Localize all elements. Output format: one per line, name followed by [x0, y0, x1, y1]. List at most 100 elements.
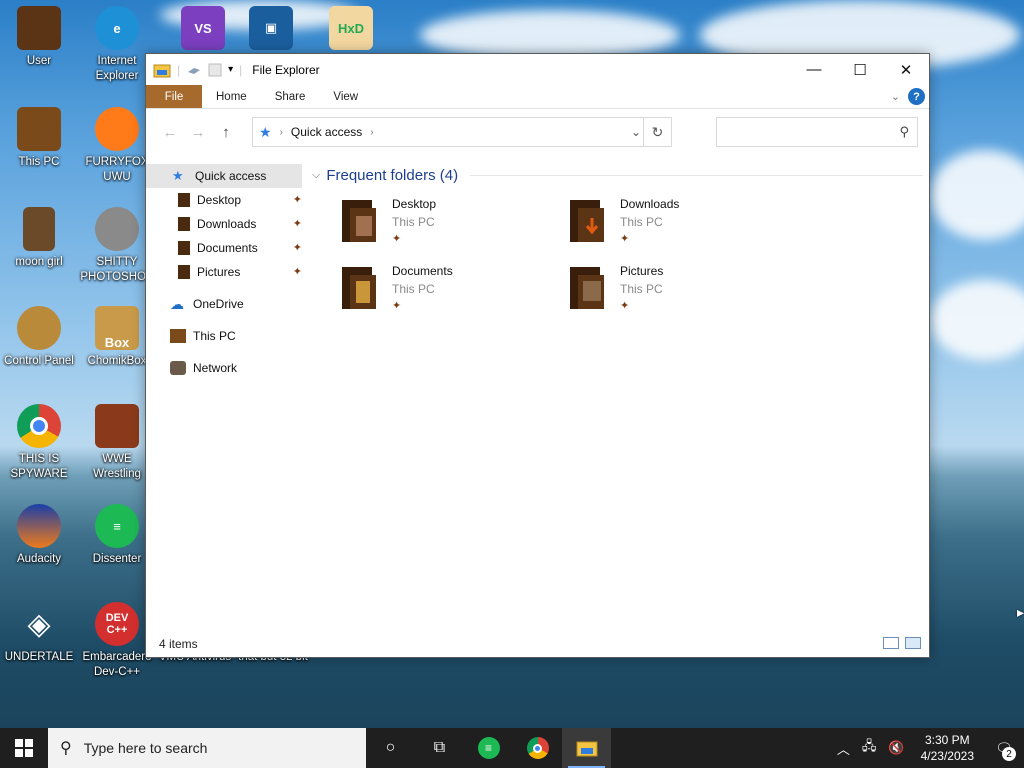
hamster-icon: Box [95, 306, 139, 350]
book-icon [23, 207, 55, 251]
folder-tile-desktop[interactable]: Desktop This PC ✦ [310, 194, 530, 254]
desktop-icon-user[interactable]: User [0, 2, 78, 69]
folder-name: Pictures [620, 264, 664, 278]
star-icon: ★ [259, 123, 272, 140]
taskbar-search-box[interactable]: ⚲ Type here to search [48, 728, 366, 768]
nav-item-label: Documents [197, 241, 258, 255]
address-bar[interactable]: ★ › Quick access › ⌄ ↻ [252, 117, 672, 147]
folder-icon [178, 217, 190, 231]
chevron-down-icon[interactable]: ⌄ [631, 125, 641, 139]
task-view-button[interactable]: ⧉ [415, 728, 464, 768]
nav-item-this-pc[interactable]: This PC [146, 324, 302, 348]
desktop-icon-this-pc[interactable]: This PC [0, 103, 78, 170]
nav-item-quick-access[interactable]: ★ Quick access [146, 164, 302, 188]
folder-icon [178, 193, 190, 207]
separator: | [239, 62, 243, 77]
desktop-icon-audacity[interactable]: Audacity [0, 500, 78, 567]
customize-toolbar-chevron-icon[interactable]: ▾ [228, 64, 233, 75]
desktop-icon-moon-girl[interactable]: moon girl [0, 203, 78, 270]
desktop-icon-virtualbox[interactable]: ▣ [232, 2, 310, 54]
search-box[interactable]: ⚲ [716, 117, 918, 147]
desktop-icon-label: THIS IS SPYWARE [10, 453, 68, 480]
network-icon [170, 361, 186, 375]
expand-ribbon-chevron-icon[interactable]: ⌄ [891, 90, 900, 103]
large-icons-view-icon[interactable] [905, 637, 921, 649]
nav-item-downloads[interactable]: Downloads ✦ [146, 212, 302, 236]
nav-item-label: Quick access [195, 169, 267, 183]
folder-tile-downloads[interactable]: Downloads This PC ✦ [538, 194, 758, 254]
unity-icon: ◈ [27, 607, 51, 641]
desktop-icon-label: Audacity [16, 553, 62, 565]
file-explorer-icon [576, 741, 597, 757]
star-icon: ★ [172, 168, 184, 183]
windows-logo-icon [15, 739, 33, 757]
new-folder-icon[interactable] [208, 63, 222, 77]
network-status-icon[interactable]: 🖧 [856, 737, 883, 759]
chevron-right-icon[interactable]: › [280, 127, 283, 138]
taskbar-file-explorer[interactable] [562, 728, 611, 768]
pictures-folder-icon [570, 267, 604, 309]
firefox-icon [95, 107, 139, 151]
edge-icon: e [95, 6, 139, 50]
desktop-icon-visual-studio[interactable]: VS [164, 2, 242, 54]
desktop-icon-hxd[interactable]: HxD [312, 2, 390, 54]
desktop-icon-control-panel[interactable]: Control Panel [0, 302, 78, 369]
minimize-button[interactable]: — [791, 54, 837, 85]
file-explorer-window: | ▾ | File Explorer — ☐ ✕ File Home Shar… [145, 53, 930, 658]
properties-icon[interactable] [186, 64, 202, 76]
desktop-icon-undertale[interactable]: ◈ UNDERTALE [0, 598, 78, 665]
search-icon[interactable]: ⚲ [899, 124, 909, 140]
pin-icon: ✦ [620, 300, 630, 312]
group-header[interactable]: ⌵ Frequent folders (4) [310, 164, 929, 186]
up-arrow-icon[interactable]: ↑ [212, 124, 240, 141]
nav-item-documents[interactable]: Documents ✦ [146, 236, 302, 260]
volume-muted-icon[interactable]: 🔇 [882, 740, 910, 756]
breadcrumb-item[interactable]: Quick access [291, 125, 362, 139]
virtualbox-icon: ▣ [249, 6, 293, 50]
nav-item-label: OneDrive [193, 297, 244, 311]
chevron-right-icon[interactable]: › [370, 127, 373, 138]
dissenter-icon: ≡ [477, 737, 500, 759]
back-arrow-icon[interactable]: ← [156, 124, 184, 141]
desktop-icon-chrome[interactable]: THIS IS SPYWARE [0, 400, 78, 482]
devcpp-icon: DEV C++ [95, 602, 139, 646]
search-input[interactable] [717, 118, 887, 146]
nav-item-pictures[interactable]: Pictures ✦ [146, 260, 302, 284]
tab-view[interactable]: View [319, 85, 372, 108]
nav-item-desktop[interactable]: Desktop ✦ [146, 188, 302, 212]
folder-tile-pictures[interactable]: Pictures This PC ✦ [538, 261, 758, 321]
desktop-icon-label: UNDERTALE [4, 651, 74, 663]
start-button[interactable] [0, 728, 48, 768]
folder-icon [178, 241, 190, 255]
clock[interactable]: 3:30 PM 4/23/2023 [911, 732, 984, 764]
tab-share[interactable]: Share [261, 85, 320, 108]
pin-icon: ✦ [292, 194, 302, 206]
chevron-down-icon[interactable]: ⌵ [312, 169, 320, 182]
status-bar: 4 items [146, 631, 929, 657]
pin-icon: ✦ [292, 242, 302, 254]
desktop-icon-label: This PC [18, 156, 60, 168]
nav-item-onedrive[interactable]: ☁ OneDrive [146, 292, 302, 316]
close-button[interactable]: ✕ [883, 54, 929, 85]
desktop-folder-icon [342, 200, 376, 242]
nav-item-network[interactable]: Network [146, 356, 302, 380]
refresh-icon[interactable]: ↻ [643, 118, 671, 146]
action-center-button[interactable]: 🗨 2 [984, 728, 1024, 768]
maximize-button[interactable]: ☐ [837, 54, 883, 85]
forward-arrow-icon[interactable]: → [184, 124, 212, 141]
title-bar[interactable]: | ▾ | File Explorer — ☐ ✕ [146, 54, 929, 85]
help-icon[interactable]: ? [908, 88, 925, 105]
tab-home[interactable]: Home [202, 85, 261, 108]
taskbar-chrome[interactable] [513, 728, 562, 768]
tab-file[interactable]: File [146, 85, 202, 108]
explorer-folder-icon [153, 64, 171, 77]
folder-tile-documents[interactable]: Documents This PC ✦ [310, 261, 530, 321]
mouse-cursor-icon: ▸ [1017, 604, 1024, 620]
taskbar-dissenter[interactable]: ≡ [464, 728, 513, 768]
desktop-icon-label: moon girl [15, 256, 63, 268]
details-view-icon[interactable] [883, 637, 899, 649]
cortana-button[interactable]: ○ [366, 728, 415, 768]
nav-item-label: Network [193, 361, 238, 375]
show-hidden-icons-chevron-icon[interactable]: ︿ [831, 739, 856, 758]
notification-count-badge: 2 [1002, 747, 1016, 761]
